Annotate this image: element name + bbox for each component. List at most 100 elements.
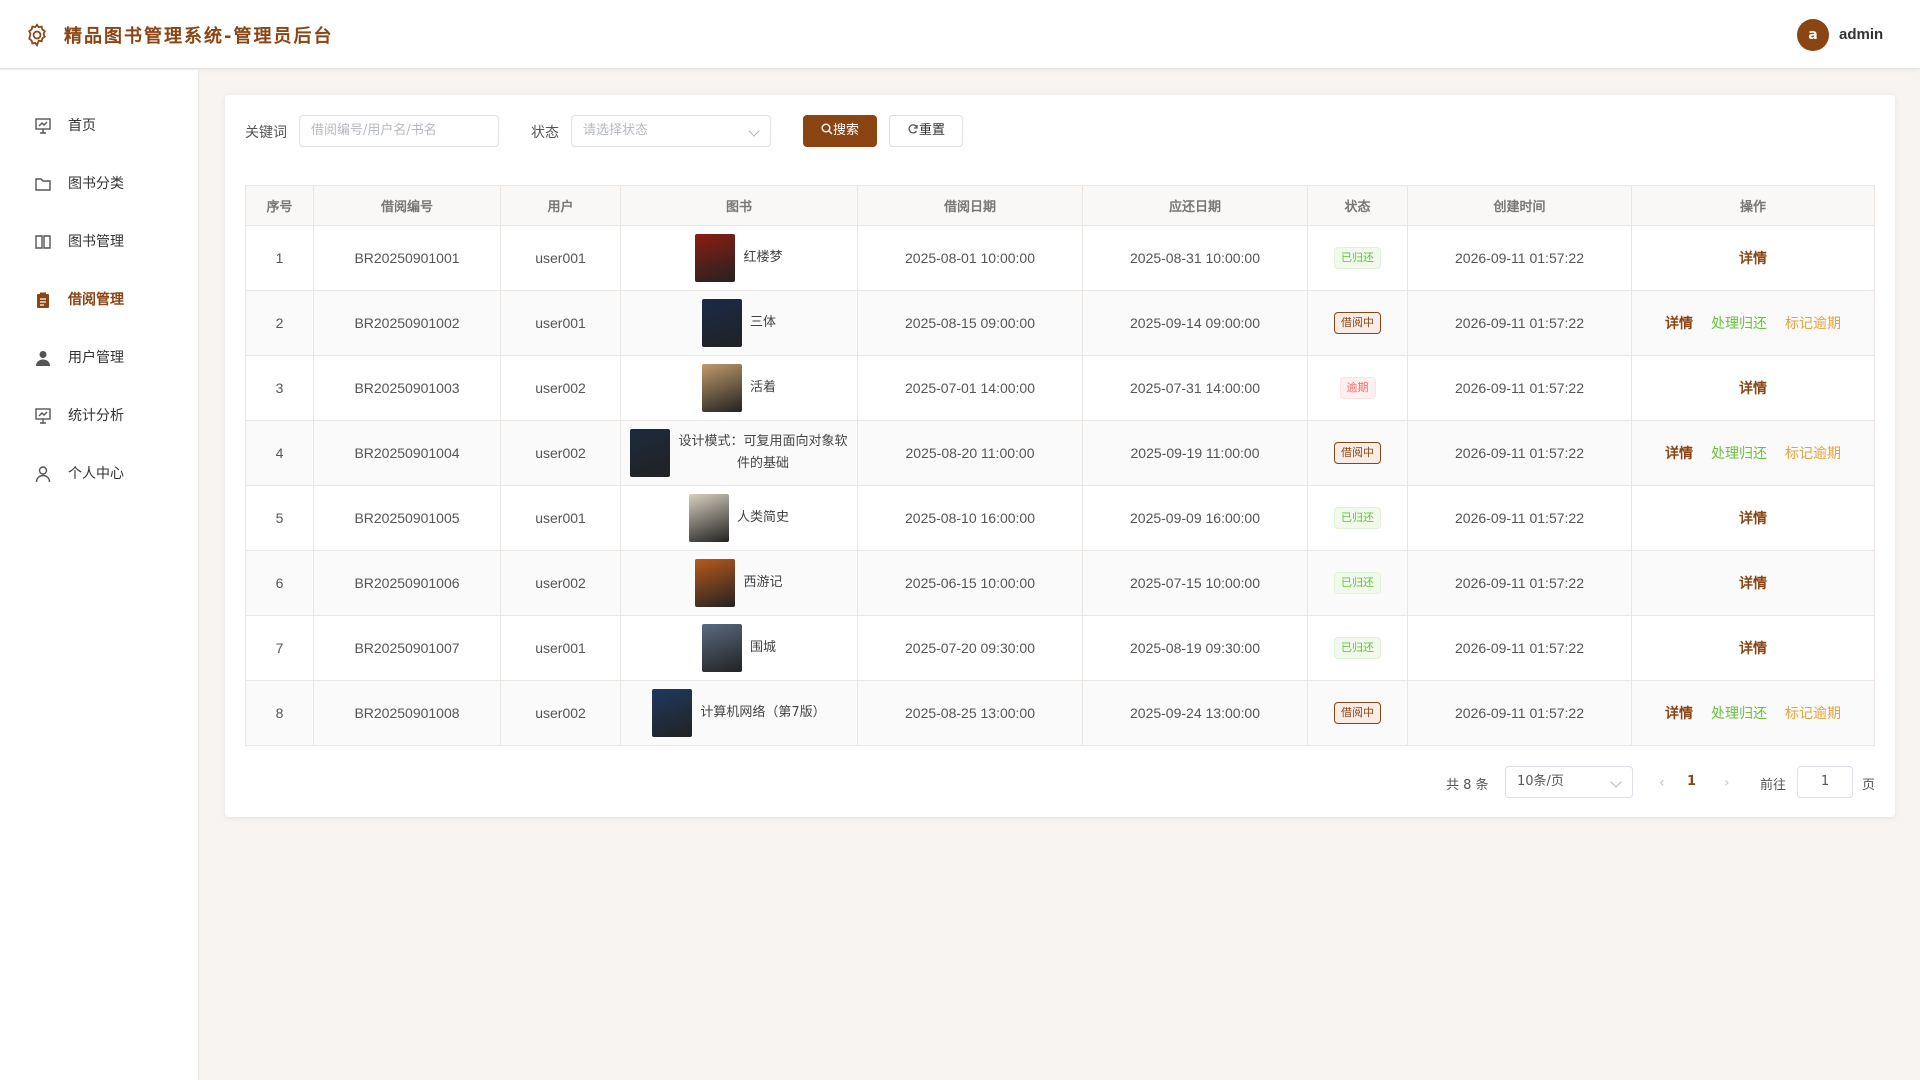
book-info: 红楼梦 xyxy=(621,234,857,282)
status-label: 状态 xyxy=(531,125,559,141)
table-row: 6 BR20250901006 user002 西游记 2025-06-15 10:00… xyxy=(245,550,1875,616)
book-info: 人类简史 xyxy=(621,494,857,542)
borrow-management-card: 关键词 借阅编号/用户名/书名 状态 请选择状态 搜索 重置 序号 借阅编号 用… xyxy=(225,95,1895,817)
status-badge: 已归还 xyxy=(1334,572,1381,594)
page-size-select[interactable]: 10条/页 xyxy=(1505,766,1633,798)
process-return-button[interactable]: 处理归还 xyxy=(1711,705,1767,721)
book-title: 红楼梦 xyxy=(743,250,783,265)
book-info: 活着 xyxy=(621,364,857,412)
keyword-input[interactable]: 借阅编号/用户名/书名 xyxy=(299,115,499,147)
cell-created: 2026-09-11 01:57:22 xyxy=(1407,355,1632,421)
book-title: 围城 xyxy=(749,640,776,655)
mark-overdue-button[interactable]: 标记逾期 xyxy=(1785,315,1841,331)
process-return-button[interactable]: 处理归还 xyxy=(1711,445,1767,461)
cell-borrow-date: 2025-08-25 13:00:00 xyxy=(857,680,1083,746)
cell-book: 计算机网络（第7版） xyxy=(620,680,858,746)
mark-overdue-button[interactable]: 标记逾期 xyxy=(1785,445,1841,461)
cell-user: user002 xyxy=(500,355,621,421)
sidebar-item-label: 图书管理 xyxy=(68,234,124,250)
page-number-current[interactable]: 1 xyxy=(1687,774,1696,789)
detail-button[interactable]: 详情 xyxy=(1739,250,1767,266)
cell-book: 活着 xyxy=(620,355,858,421)
cell-borrow-date: 2025-08-15 09:00:00 xyxy=(857,290,1083,356)
cell-code: BR20250901003 xyxy=(313,355,501,421)
sidebar-item-users[interactable]: 用户管理 xyxy=(0,329,199,387)
book-cover xyxy=(701,624,742,672)
cell-due-date: 2025-07-15 10:00:00 xyxy=(1082,550,1308,616)
username[interactable]: admin xyxy=(1839,26,1883,43)
process-return-button[interactable]: 处理归还 xyxy=(1711,315,1767,331)
cell-borrow-date: 2025-08-01 10:00:00 xyxy=(857,225,1083,291)
status-select[interactable]: 请选择状态 xyxy=(571,115,771,147)
sidebar-item-statistics[interactable]: 统计分析 xyxy=(0,387,199,445)
detail-button[interactable]: 详情 xyxy=(1665,705,1693,721)
table-row: 8 BR20250901008 user002 计算机网络（第7版） 2025-08-2… xyxy=(245,680,1875,746)
book-title: 人类简史 xyxy=(736,510,789,525)
mark-overdue-button[interactable]: 标记逾期 xyxy=(1785,705,1841,721)
cell-code: BR20250901001 xyxy=(313,225,501,291)
search-button[interactable]: 搜索 xyxy=(803,115,877,147)
sidebar-item-profile[interactable]: 个人中心 xyxy=(0,445,199,503)
prev-page-button[interactable]: ‹ xyxy=(1659,775,1665,791)
book-title: 计算机网络（第7版） xyxy=(700,705,826,720)
cell-status: 逾期 xyxy=(1307,355,1408,421)
detail-button[interactable]: 详情 xyxy=(1739,640,1767,656)
cell-due-date: 2025-07-31 14:00:00 xyxy=(1082,355,1308,421)
chevron-down-icon xyxy=(1610,776,1622,788)
cell-status: 借阅中 xyxy=(1307,290,1408,356)
detail-button[interactable]: 详情 xyxy=(1739,510,1767,526)
column-header: 借阅编号 xyxy=(313,185,501,226)
table-row: 1 BR20250901001 user001 红楼梦 2025-08-01 10:00… xyxy=(245,225,1875,291)
detail-button[interactable]: 详情 xyxy=(1739,575,1767,591)
cell-due-date: 2025-08-31 10:00:00 xyxy=(1082,225,1308,291)
book-cover xyxy=(695,559,736,607)
cell-book: 红楼梦 xyxy=(620,225,858,291)
book-info: 围城 xyxy=(621,624,857,672)
sidebar-item-borrowing[interactable]: 借阅管理 xyxy=(0,271,199,329)
book-title: 设计模式：可复用面向对象软件的基础 xyxy=(678,434,848,471)
column-header: 状态 xyxy=(1307,185,1408,226)
cell-code: BR20250901008 xyxy=(313,680,501,746)
table-header-row: 序号 借阅编号 用户 图书 借阅日期 应还日期 状态 创建时间 操作 xyxy=(245,185,1875,226)
reset-button[interactable]: 重置 xyxy=(889,115,963,147)
table-row: 2 BR20250901002 user001 三体 2025-08-15 09:00:… xyxy=(245,290,1875,356)
column-header: 用户 xyxy=(500,185,621,226)
table-row: 5 BR20250901005 user001 人类简史 2025-08-10 16:0… xyxy=(245,485,1875,551)
chevron-down-icon xyxy=(748,125,760,137)
page-unit-label: 页 xyxy=(1862,778,1876,793)
book-info: 设计模式：可复用面向对象软件的基础 xyxy=(621,429,857,477)
table-row: 7 BR20250901007 user001 围城 2025-07-20 09:30:… xyxy=(245,615,1875,681)
cell-actions: 详情 xyxy=(1631,485,1875,551)
folder-icon xyxy=(35,178,51,191)
sidebar-item-categories[interactable]: 图书分类 xyxy=(0,155,199,213)
column-header: 应还日期 xyxy=(1082,185,1308,226)
table-body: 1 BR20250901001 user001 红楼梦 2025-08-01 10:00… xyxy=(245,225,1875,746)
next-page-button[interactable]: › xyxy=(1724,775,1730,791)
sidebar-item-home[interactable]: 首页 xyxy=(0,97,199,155)
status-badge: 逾期 xyxy=(1339,377,1376,399)
cell-no: 2 xyxy=(245,290,314,356)
top-header: 精品图书管理系统-管理员后台 a admin xyxy=(0,0,1920,69)
avatar[interactable]: a xyxy=(1797,19,1829,51)
cell-no: 7 xyxy=(245,615,314,681)
book-cover xyxy=(630,429,670,477)
cell-actions: 详情 xyxy=(1631,550,1875,616)
cell-borrow-date: 2025-07-20 09:30:00 xyxy=(857,615,1083,681)
detail-button[interactable]: 详情 xyxy=(1665,445,1693,461)
search-button-label: 搜索 xyxy=(832,123,859,138)
sidebar-item-books[interactable]: 图书管理 xyxy=(0,213,199,271)
cell-actions: 详情 处理归还 标记逾期 xyxy=(1631,420,1875,486)
cell-user: user002 xyxy=(500,420,621,486)
cell-book: 人类简史 xyxy=(620,485,858,551)
detail-button[interactable]: 详情 xyxy=(1739,380,1767,396)
cell-user: user002 xyxy=(500,550,621,616)
status-select-placeholder: 请选择状态 xyxy=(583,123,649,138)
cell-status: 已归还 xyxy=(1307,615,1408,681)
status-badge: 借阅中 xyxy=(1334,442,1381,464)
column-header: 操作 xyxy=(1631,185,1875,226)
book-title: 活着 xyxy=(749,380,776,395)
user-icon xyxy=(35,466,51,483)
goto-page-input[interactable]: 1 xyxy=(1797,766,1853,798)
detail-button[interactable]: 详情 xyxy=(1665,315,1693,331)
cell-created: 2026-09-11 01:57:22 xyxy=(1407,485,1632,551)
